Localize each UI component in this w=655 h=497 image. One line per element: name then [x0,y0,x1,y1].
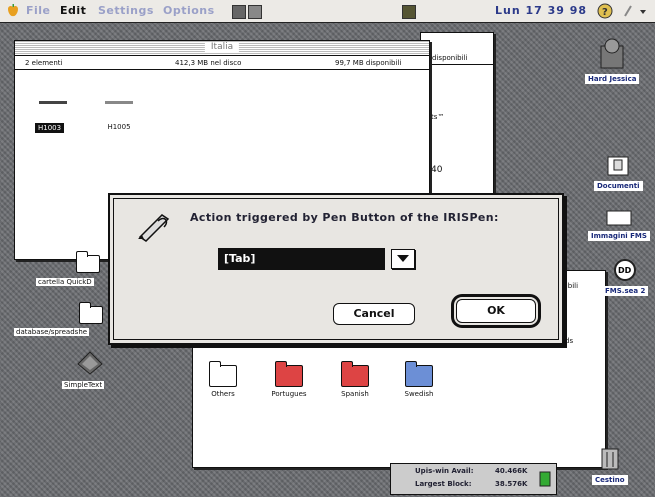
pen-icon [138,214,170,242]
largest-block-value: 38.576K [495,480,528,488]
file-h1005[interactable]: H1005 [101,101,137,131]
file-h1003[interactable]: H1003 [35,101,71,133]
desktop-icon-label: database/spreadshe [14,328,90,336]
disk-fms-sea[interactable]: DD FMS.sea 2 [602,258,649,296]
menu-file[interactable]: File [26,4,51,17]
document-icon [105,101,133,120]
apple-menu-icon[interactable] [6,4,20,18]
window-title: Italia [204,42,240,52]
folder-portugues[interactable]: Portugues [271,361,307,398]
disk-immagini[interactable]: Immagini FMS [588,207,650,241]
disk-hard-jessica[interactable]: Hard Jessica [585,36,640,84]
irispen-dialog[interactable]: Action triggered by Pen Button of the IR… [108,193,564,345]
action-popup[interactable]: [Tab] [218,248,385,270]
desktop-icon-label: cartella QuickD [36,278,94,286]
cancel-button[interactable]: Cancel [333,303,415,325]
indicator-icon [402,5,416,19]
disk-label: Documenti [594,181,643,191]
folder-icon [76,251,100,273]
folder-spanish[interactable]: Spanish [337,361,373,398]
folder-label: Spanish [341,390,369,398]
file-label: H1005 [107,123,131,131]
desktop-icon-database[interactable] [76,302,106,324]
trash-icon [601,448,619,470]
info-bar: 2 elementi 412,3 MB nel disco 99,7 MB di… [15,56,429,70]
disk-documenti[interactable]: Documenti [594,155,643,191]
action-popup-value: [Tab] [224,252,256,265]
text-fragment: 40 [431,165,443,175]
text-fragment: ts™ [431,113,445,121]
chevron-down-icon[interactable] [391,249,415,269]
folder-label: Others [211,390,235,398]
desktop-icon-quickdraw[interactable] [72,251,104,273]
menu-clock[interactable]: Lun 17 39 98 [495,4,587,17]
dialog-message: Action triggered by Pen Button of the IR… [190,211,499,224]
hard-disk-icon [600,38,624,69]
trash[interactable]: Cestino [592,445,628,485]
folder-icon [405,361,433,387]
folder-label: Portugues [271,390,307,398]
menu-options[interactable]: Options [163,4,215,17]
application-menu-icon[interactable] [622,4,652,18]
disk-label: Hard Jessica [585,74,640,84]
menu-edit[interactable]: Edit [60,4,86,17]
folder-icon [209,361,237,387]
svg-text:DD: DD [618,266,632,275]
folder-icon [79,302,103,324]
document-icon [39,101,67,120]
memory-indicator: Upis-win Avail: 40.466K Largest Block: 3… [390,463,557,495]
disk-label: Immagini FMS [588,231,650,241]
disk-usage: 412,3 MB nel disco [175,59,242,67]
menu-bar: File Edit Settings Options Lun 17 39 98 … [0,0,655,23]
archive-icon: DD [614,259,637,281]
menu-settings[interactable]: Settings [98,4,154,17]
application-icon[interactable] [232,5,246,19]
control-strip-icon[interactable] [248,5,262,19]
title-bar[interactable]: Italia [15,41,429,56]
svg-text:?: ? [602,7,608,18]
free-space: 99,7 MB disponibili [335,59,402,67]
folder-icon [275,361,303,387]
folder-others[interactable]: Others [205,361,241,398]
folder-label: Swedish [404,390,434,398]
folder-icon [606,210,632,226]
disk-label: FMS.sea 2 [602,286,649,296]
disk-label: Cestino [592,475,628,485]
simpletext-icon[interactable] [74,348,106,376]
help-icon[interactable]: ? [597,3,613,19]
memory-avail-label: Upis-win Avail: [415,467,474,475]
item-count: 2 elementi [25,59,63,67]
folder-icon [341,361,369,387]
folder-swedish[interactable]: Swedish [401,361,437,398]
file-label: H1003 [35,123,65,133]
info-bar: B disponibili [421,51,493,65]
ok-button[interactable]: OK [456,299,536,323]
text-fragment: ds [565,337,574,345]
largest-block-label: Largest Block: [415,480,472,488]
desktop-icon-label: SimpleText [62,381,105,389]
free-space-text: B disponibili [425,54,468,62]
document-folder-icon [607,156,629,176]
memory-avail-value: 40.466K [495,467,528,475]
chip-icon [539,471,551,487]
